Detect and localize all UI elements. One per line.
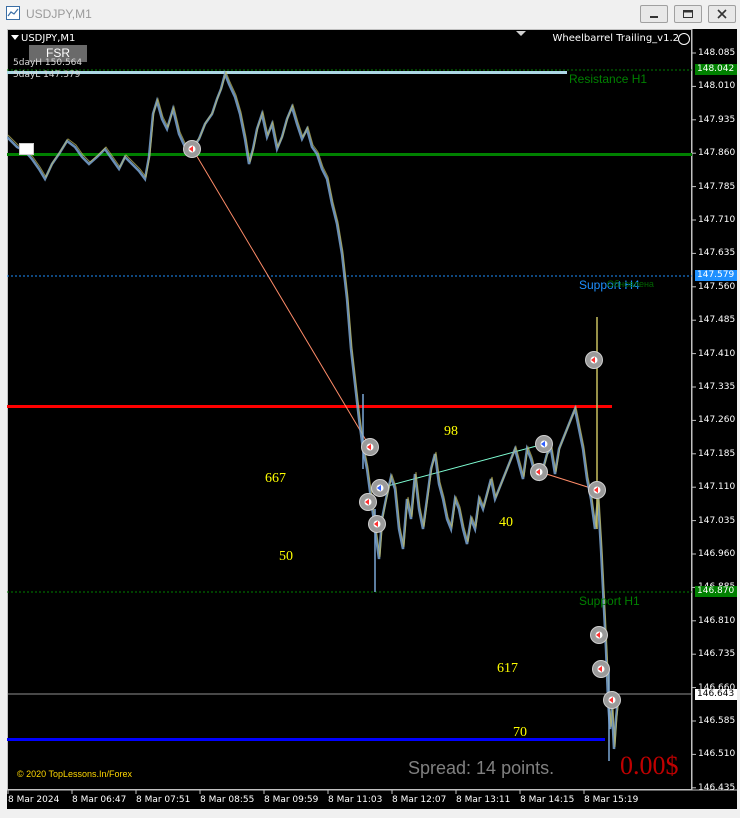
price-axis-label: 146.810 [698,615,736,626]
price-axis-label: 147.035 [698,515,736,526]
smiley-icon [678,33,690,45]
yellow-number: 617 [497,661,518,676]
price-path [7,70,620,750]
five-day-high: 5dayH 150.564 [13,58,83,68]
window-title: USDJPY,M1 [26,7,92,21]
price-axis-label: 146.735 [698,649,736,660]
support-updated-label: Обновлена [607,279,654,289]
yellow-number: 50 [279,549,293,564]
support-h4-price-tag: 147.579 [695,270,737,281]
time-axis-label: 8 Mar 12:07 [392,795,447,805]
price-axis-label: 147.185 [698,448,736,459]
time-axis-label: 8 Mar 2024 [8,795,60,805]
white-marker [19,143,34,155]
yellow-number: 667 [265,471,286,486]
dropdown-triangle-icon[interactable] [11,35,19,41]
close-button[interactable] [708,5,736,23]
price-axis-label: 147.635 [698,248,736,259]
support-h1-price-tag: 146.870 [695,586,737,597]
price-chart[interactable]: USDJPY,M1 FSR 5dayH 150.564 5dayL 147.37… [7,29,737,809]
price-axis-label: 147.785 [698,181,736,192]
price-axis-label: 147.485 [698,315,736,326]
price-axis-label: 147.935 [698,114,736,125]
time-axis-label: 8 Mar 15:19 [584,795,639,805]
scroll-marker [516,31,526,36]
profit-readout: 0.00$ [620,751,679,780]
time-axis-label: 8 Mar 06:47 [72,795,127,805]
plot-frame [7,29,692,790]
time-axis-label: 8 Mar 14:15 [520,795,575,805]
five-day-low: 5dayL 147.379 [13,70,81,80]
close-icon [717,9,727,19]
terminal-window: USDJPY,M1 USDJPY,M1 FSR 5dayH 150.564 5d… [0,0,740,818]
price-axis-label: 146.585 [698,716,736,726]
time-axis-label: 8 Mar 13:11 [456,795,511,805]
red-level [7,405,612,408]
price-axis-label: 147.560 [698,281,736,292]
current-price-tag: 146.643 [695,689,737,700]
time-axis-label: 8 Mar 09:59 [264,795,319,805]
price-axis-label: 147.260 [698,415,736,426]
symbol-timeframe-label: USDJPY,M1 [21,33,76,44]
chart-window-icon [6,6,20,20]
minimize-button[interactable] [640,5,668,23]
price-axis-label: 146.435 [698,782,736,793]
price-axis-label: 147.860 [698,148,736,159]
support-h1-label: Support H1 [579,594,640,608]
title-bar: USDJPY,M1 [0,0,740,28]
maximize-icon [683,10,693,18]
price-axis-label: 147.710 [698,215,736,225]
price-axis-label: 147.110 [698,482,736,493]
yellow-number: 98 [444,424,458,439]
indicator-name: Wheelbarrel Trailing_v1.2 [552,33,679,44]
time-axis-label: 8 Mar 07:51 [136,795,191,805]
price-axis-label: 148.085 [698,48,736,58]
copyright-text: © 2020 TopLessons.In/Forex [17,769,133,779]
light-blue-level [7,71,567,74]
price-path-overlay [7,70,620,748]
yellow-number: 40 [499,515,513,530]
resistance-price-tag: 148.042 [695,64,737,75]
yellow-number: 70 [513,725,527,740]
time-axis-label: 8 Mar 11:03 [328,795,383,805]
maximize-button[interactable] [674,5,702,23]
time-axis-label: 8 Mar 08:55 [200,795,255,805]
spread-readout: Spread: 14 points. [408,758,555,778]
trend-line [191,147,371,448]
price-axis-label: 146.510 [698,749,736,760]
price-axis-label: 146.960 [698,549,736,559]
chart-canvas [7,29,737,794]
price-axis-label: 147.335 [698,382,736,392]
minimize-icon [650,16,658,18]
resistance-h1-label: Resistance H1 [569,72,648,86]
price-axis-label: 147.410 [698,348,736,359]
price-axis-label: 148.010 [698,81,736,92]
